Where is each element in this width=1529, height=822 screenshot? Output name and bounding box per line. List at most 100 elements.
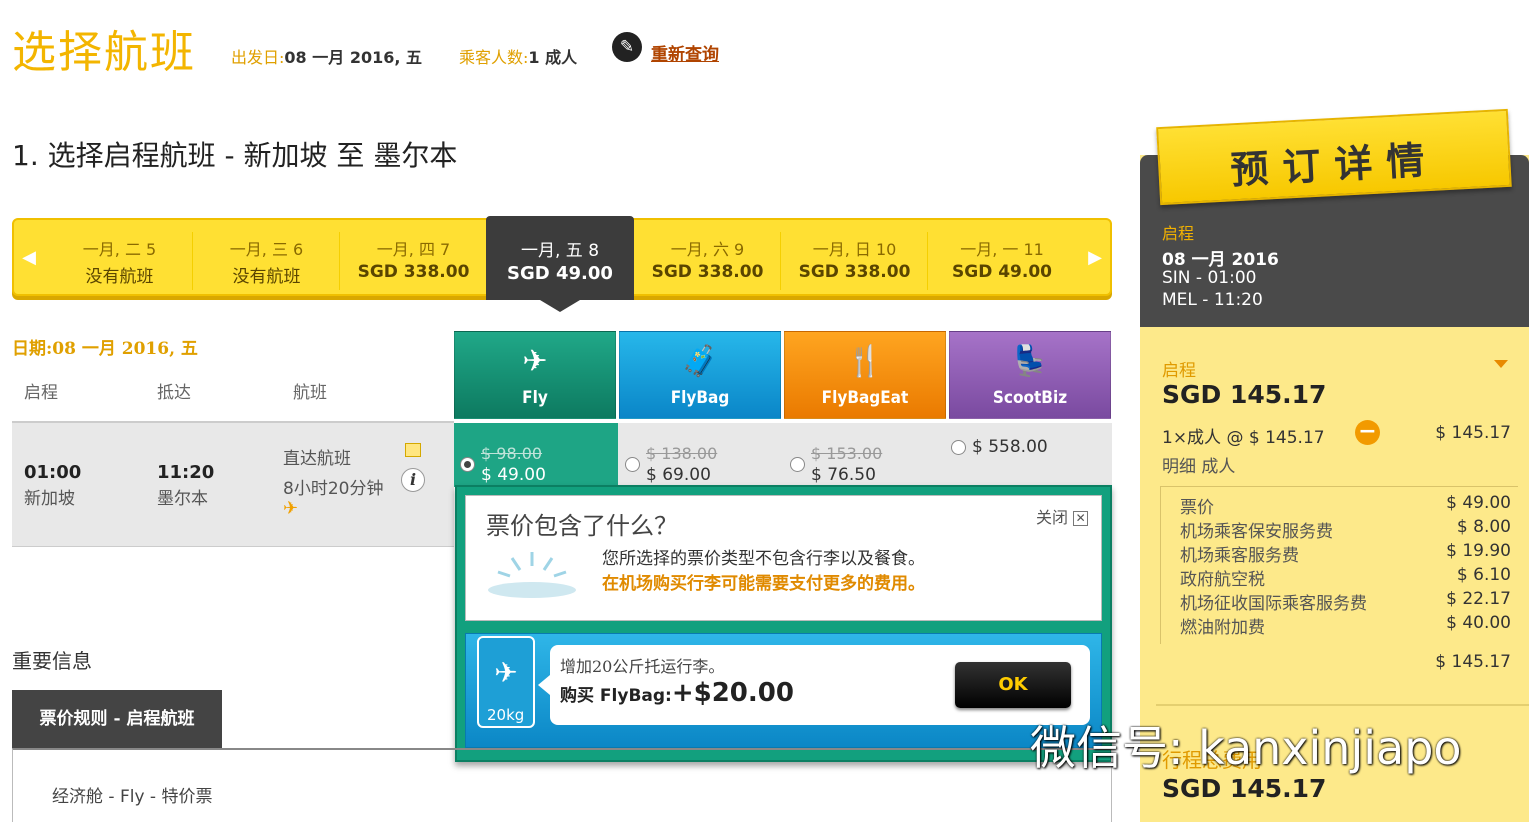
ok-button[interactable]: OK (955, 662, 1071, 708)
breakdown-total: $ 145.17 (1435, 652, 1511, 672)
fare-tile-fly[interactable]: ✈ Fly (454, 331, 616, 419)
popup-close-label: 关闭 (1036, 508, 1069, 527)
fare-total: SGD 145.17 (1162, 380, 1327, 409)
column-header-depart: 启程 (24, 383, 58, 403)
date-option[interactable]: 一月, 三 6 没有航班 (194, 232, 340, 290)
flight-duration: 8小时20分钟 (283, 479, 384, 499)
plane-icon: ✈ (522, 344, 548, 379)
depart-time: 01:00 (24, 462, 82, 483)
passenger-amount: $ 145.17 (1435, 423, 1511, 443)
next-date-arrow-icon[interactable]: ▶ (1078, 230, 1112, 286)
breakdown-amount: $ 22.17 (1446, 589, 1511, 609)
chevron-down-icon[interactable] (1494, 360, 1508, 368)
fare-new-price: $ 69.00 (646, 465, 711, 485)
pencil-icon[interactable]: ✎ (612, 32, 642, 62)
tab-fare-rules-outbound[interactable]: 票价规则 - 启程航班 (12, 690, 222, 748)
date-option-price: SGD 49.00 (952, 262, 1052, 282)
divider (1156, 704, 1529, 706)
date-option-day: 一月, 五 8 (520, 241, 600, 261)
flight-date-label: 日期:08 一月 2016, 五 (12, 339, 198, 359)
breakdown-amount: $ 6.10 (1456, 565, 1511, 585)
page-title: 选择航班 (12, 27, 196, 78)
upsell-message: 增加20公斤托运行李。 (560, 657, 725, 676)
flight-row (12, 421, 454, 547)
date-option[interactable]: 一月, 日 10 SGD 338.00 (782, 232, 928, 290)
breakdown-label: 机场征收国际乘客服务费 (1180, 594, 1367, 614)
breakdown-label: 机场乘客服务费 (1180, 546, 1299, 566)
popup-close-button[interactable]: 关闭 ✕ (1036, 504, 1089, 528)
depart-city: 新加坡 (24, 489, 75, 509)
breakdown-amount: $ 40.00 (1446, 613, 1511, 633)
detail-label: 明细 成人 (1162, 457, 1236, 477)
fare-class-text: 经济舱 - Fly - 特价票 (52, 787, 213, 807)
watermark: 微信号: kanxinjiapo (1030, 721, 1462, 775)
breakdown-amount: $ 49.00 (1446, 493, 1511, 513)
depart-date-info: 出发日:08 一月 2016, 五 (231, 44, 422, 68)
fare-name: Fly (522, 388, 548, 408)
date-option-day: 一月, 三 6 (229, 240, 304, 259)
upsell-offer: 购买 FlyBag:+$20.00 (560, 678, 794, 708)
fare-old-price: $ 138.00 (646, 444, 718, 463)
date-option-price: SGD 49.00 (507, 263, 613, 284)
upsell-price: +$20.00 (671, 678, 794, 708)
popup-title: 票价包含了什么？ (486, 512, 678, 540)
fare-old-price: $ 98.00 (481, 444, 543, 463)
breakdown-amount: $ 19.90 (1446, 541, 1511, 561)
section-title: 1. 选择启程航班 - 新加坡 至 墨尔本 (12, 139, 458, 172)
flight-type: 直达航班 (283, 449, 351, 469)
plane-small-icon: ✈ (283, 498, 299, 519)
fare-radio-fly[interactable] (460, 454, 475, 473)
note-icon[interactable] (405, 443, 421, 457)
breakdown-label: 机场乘客保安服务费 (1180, 522, 1333, 542)
suitcase-icon: 🧳 (681, 344, 719, 379)
breakdown-label: 票价 (1180, 498, 1214, 518)
breakdown-label: 燃油附加费 (1180, 618, 1265, 638)
date-option-price: SGD 338.00 (798, 262, 911, 282)
fare-radio-flybageat[interactable] (790, 454, 805, 473)
date-option-day: 一月, 一 11 (960, 240, 1044, 259)
arrive-time: 11:20 (157, 462, 215, 483)
fare-tile-flybageat[interactable]: 🍴 FlyBagEat (784, 331, 946, 419)
fare-tile-scootbiz[interactable]: 💺 ScootBiz (949, 331, 1111, 419)
breakdown-amount: $ 8.00 (1456, 517, 1511, 537)
date-option-day: 一月, 二 5 (82, 240, 157, 259)
passenger-count-info: 乘客人数:1 成人 (459, 44, 577, 68)
prev-date-arrow-icon[interactable]: ◀ (12, 230, 46, 286)
leg-depart: SIN - 01:00 (1162, 268, 1257, 288)
water-splash-icon (488, 552, 576, 598)
date-option-selected[interactable]: 一月, 五 8 SGD 49.00 (486, 216, 634, 312)
fare-name: ScootBiz (992, 388, 1068, 408)
important-info-title: 重要信息 (12, 649, 92, 673)
fare-radio-scootbiz[interactable] (951, 437, 966, 456)
date-option[interactable]: 一月, 二 5 没有航班 (47, 232, 193, 290)
leg-label: 启程 (1162, 224, 1195, 243)
passenger-count-value: 1 成人 (528, 48, 578, 67)
date-option[interactable]: 一月, 四 7 SGD 338.00 (341, 232, 487, 290)
date-option[interactable]: 一月, 六 9 SGD 338.00 (635, 232, 781, 290)
date-option-price: 没有航班 (85, 267, 154, 287)
research-link[interactable]: 重新查询 (651, 40, 719, 65)
fare-name: FlyBag (670, 388, 730, 408)
date-option-price: 没有航班 (232, 267, 301, 287)
breakdown-label: 政府航空税 (1180, 570, 1265, 590)
minus-icon[interactable]: − (1355, 420, 1380, 445)
upsell-buy-label: 购买 FlyBag: (560, 686, 672, 706)
fare-name: FlyBagEat (821, 388, 909, 408)
fare-radio-flybag[interactable] (625, 454, 640, 473)
date-option-price: SGD 338.00 (357, 262, 470, 282)
date-option[interactable]: 一月, 一 11 SGD 49.00 (929, 232, 1075, 290)
info-icon[interactable]: i (401, 468, 425, 492)
arrive-city: 墨尔本 (157, 489, 208, 509)
fare-section-label: 启程 (1162, 361, 1196, 381)
fare-tile-flybag[interactable]: 🧳 FlyBag (619, 331, 781, 419)
passenger-count-label: 乘客人数: (459, 48, 529, 67)
passenger-line: 1×成人 @ $ 145.17 (1162, 428, 1325, 448)
date-option-day: 一月, 六 9 (670, 240, 745, 259)
depart-date-label: 出发日: (231, 48, 285, 67)
grand-total: SGD 145.17 (1162, 774, 1327, 803)
popup-warning: 在机场购买行李可能需要支付更多的费用。 (602, 574, 925, 594)
fare-new-price: $ 76.50 (811, 465, 876, 485)
booking-banner-text: 预订详情 (1229, 136, 1440, 193)
close-icon[interactable]: ✕ (1073, 511, 1089, 526)
depart-date-value: 08 一月 2016, 五 (284, 48, 422, 67)
